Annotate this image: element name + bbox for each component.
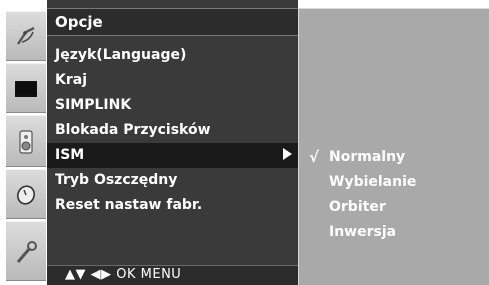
menu-item-label: Blokada Przycisków xyxy=(55,122,211,138)
menu-item-factory-reset[interactable]: Reset nastaw fabr. xyxy=(47,193,298,218)
menu-item-simplink[interactable]: SIMPLINK xyxy=(47,93,298,118)
menu-item-key-lock[interactable]: Blokada Przycisków xyxy=(47,118,298,143)
channel-menu-tab[interactable] xyxy=(6,11,46,61)
options-menu-tab[interactable] xyxy=(6,221,46,281)
tv-osd-screen: Opcje Język(Language) Kraj SIMPLINK Blok… xyxy=(0,0,489,285)
menu-item-label: Język(Language) xyxy=(55,47,187,63)
menu-category-column xyxy=(0,0,46,285)
navigation-hint-bar: ▲▼ ◀▶ OK MENU xyxy=(47,265,298,285)
ism-submenu: √ Normalny Wybielanie Orbiter Inwersja xyxy=(298,8,489,285)
menu-item-label: SIMPLINK xyxy=(55,97,132,113)
checkmark-icon: √ xyxy=(309,148,320,166)
submenu-item-label: Orbiter xyxy=(329,199,386,215)
menu-item-label: ISM xyxy=(55,147,85,163)
submenu-list: √ Normalny Wybielanie Orbiter Inwersja xyxy=(299,145,489,245)
satellite-dish-icon xyxy=(17,26,35,45)
navigation-hint: ▲▼ ◀▶ OK MENU xyxy=(65,267,182,282)
submenu-item-label: Wybielanie xyxy=(329,174,417,190)
submenu-arrow-icon xyxy=(283,148,292,160)
clock-icon xyxy=(17,185,35,205)
submenu-item-orbiter[interactable]: Orbiter xyxy=(299,195,489,220)
screen-icon xyxy=(15,81,37,97)
menu-item-label: Tryb Oszczędny xyxy=(55,172,178,188)
menu-item-language[interactable]: Język(Language) xyxy=(47,43,298,68)
menu-list: Język(Language) Kraj SIMPLINK Blokada Pr… xyxy=(47,43,298,218)
menu-item-label: Reset nastaw fabr. xyxy=(55,197,203,213)
submenu-item-normal[interactable]: √ Normalny xyxy=(299,145,489,170)
menu-title: Opcje xyxy=(55,13,103,31)
submenu-item-label: Inwersja xyxy=(329,224,397,240)
submenu-item-inversion[interactable]: Inwersja xyxy=(299,220,489,245)
menu-item-ism[interactable]: ISM xyxy=(47,143,298,168)
speaker-icon xyxy=(19,130,33,154)
wrench-icon xyxy=(16,241,37,263)
menu-title-bar: Opcje xyxy=(47,8,298,36)
menu-item-power-saving[interactable]: Tryb Oszczędny xyxy=(47,168,298,193)
options-menu: Opcje Język(Language) Kraj SIMPLINK Blok… xyxy=(47,0,298,285)
picture-menu-tab[interactable] xyxy=(6,63,46,113)
submenu-item-white-wash[interactable]: Wybielanie xyxy=(299,170,489,195)
audio-menu-tab[interactable] xyxy=(6,115,46,167)
menu-item-country[interactable]: Kraj xyxy=(47,68,298,93)
time-menu-tab[interactable] xyxy=(6,169,46,219)
submenu-item-label: Normalny xyxy=(329,149,406,165)
menu-item-label: Kraj xyxy=(55,72,87,88)
